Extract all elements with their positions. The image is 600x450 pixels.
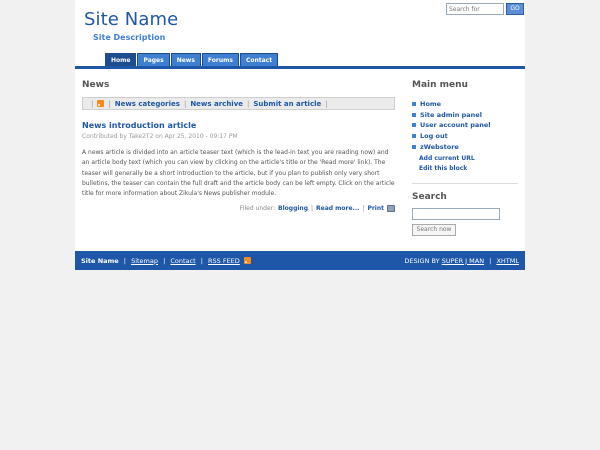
add-current-url-link[interactable]: Add current URL [419,155,520,165]
site-description: Site Description [93,33,166,42]
header-search-button[interactable]: GO [506,3,524,15]
footer-credits: DESIGN BY SUPER J MAN | XHTML [404,257,519,265]
sidebar: Main menu Home Site admin panel User acc… [412,80,520,237]
menu-item-label: zWebstore [420,142,459,151]
bar-separator: | [183,99,187,108]
section-title: News [82,80,110,90]
nav-tab-pages[interactable]: Pages [137,53,170,66]
main-menu-title: Main menu [412,80,468,90]
article-title[interactable]: News introduction article [82,121,395,130]
menu-item-home[interactable]: Home [412,99,520,110]
footer-site-name-link[interactable]: Site Name [81,257,119,265]
menu-item-zwebstore[interactable]: zWebstore [412,141,520,152]
nav-divider [75,66,525,69]
bullet-icon [412,112,416,117]
bullet-icon [412,123,416,128]
footer-separator: | [489,256,492,265]
site-title[interactable]: Site Name [84,9,178,30]
menu-item-label: User account panel [420,121,491,130]
main-nav: Home Pages News Forums Contact [105,53,279,66]
header-search: GO [446,3,524,15]
edit-block-link[interactable]: Edit this block [419,165,520,175]
bar-separator: | [325,99,328,108]
article-footer: Filed under: Blogging | Read more... | P… [82,205,395,213]
xhtml-link[interactable]: XHTML [496,257,519,265]
menu-item-label: Site admin panel [420,110,482,119]
news-categories-link[interactable]: News categories [115,100,180,108]
page-container: Site Name Site Description GO Home Pages… [75,0,525,270]
nav-tab-contact[interactable]: Contact [239,53,279,66]
menu-item-log-out[interactable]: Log out [412,131,520,142]
category-link[interactable]: Blogging [278,205,308,212]
article-teaser: A news article is divided into an articl… [82,149,395,198]
main-content: News | | News categories | News archive … [82,80,395,213]
footer-separator: | [362,205,365,213]
main-menu: Home Site admin panel User account panel… [412,99,520,152]
menu-item-label: Home [420,100,442,109]
menu-item-site-admin-panel[interactable]: Site admin panel [412,110,520,121]
nav-tab-forums[interactable]: Forums [201,53,239,66]
footer-separator: | [311,205,314,213]
rss-icon[interactable] [97,100,105,107]
footer-rss-link[interactable]: RSS FEED [208,257,240,265]
submit-article-link[interactable]: Submit an article [253,100,321,108]
designer-link[interactable]: SUPER J MAN [442,257,484,265]
menu-item-label: Log out [420,132,448,141]
print-icon[interactable] [387,205,395,213]
bar-separator: | [247,99,250,108]
search-now-button[interactable]: Search now [412,224,456,237]
site-footer: Site Name | Sitemap | Contact | RSS FEED… [75,251,525,270]
header-search-input[interactable] [446,3,504,15]
rss-icon[interactable] [243,256,251,264]
news-archive-link[interactable]: News archive [190,100,243,108]
sidebar-search-input[interactable] [412,207,500,220]
print-link[interactable]: Print [367,205,384,212]
bullet-icon [412,134,416,139]
sidebar-divider [412,182,518,184]
article-meta: Contributed by Take2T2 on Apr 25, 2010 -… [82,133,238,140]
bar-separator: | [91,99,94,108]
news-toolbar: | | News categories | News archive | Sub… [82,97,395,110]
footer-separator: | [123,256,126,265]
footer-separator: | [163,256,166,265]
menu-actions: Add current URL Edit this block [412,155,520,175]
footer-links: Site Name | Sitemap | Contact | RSS FEED [81,256,251,265]
nav-tab-home[interactable]: Home [105,53,137,66]
nav-tab-news[interactable]: News [170,53,201,66]
footer-sitemap-link[interactable]: Sitemap [131,257,158,265]
menu-item-user-account-panel[interactable]: User account panel [412,120,520,131]
bullet-icon [412,144,416,149]
footer-separator: | [200,256,203,265]
search-title: Search [412,191,447,202]
bar-separator: | [108,99,111,108]
design-by-label: DESIGN BY [404,256,440,265]
filed-under-label: Filed under: [239,205,276,213]
read-more-link[interactable]: Read more... [316,205,359,212]
footer-contact-link[interactable]: Contact [170,257,195,265]
bullet-icon [412,102,416,107]
